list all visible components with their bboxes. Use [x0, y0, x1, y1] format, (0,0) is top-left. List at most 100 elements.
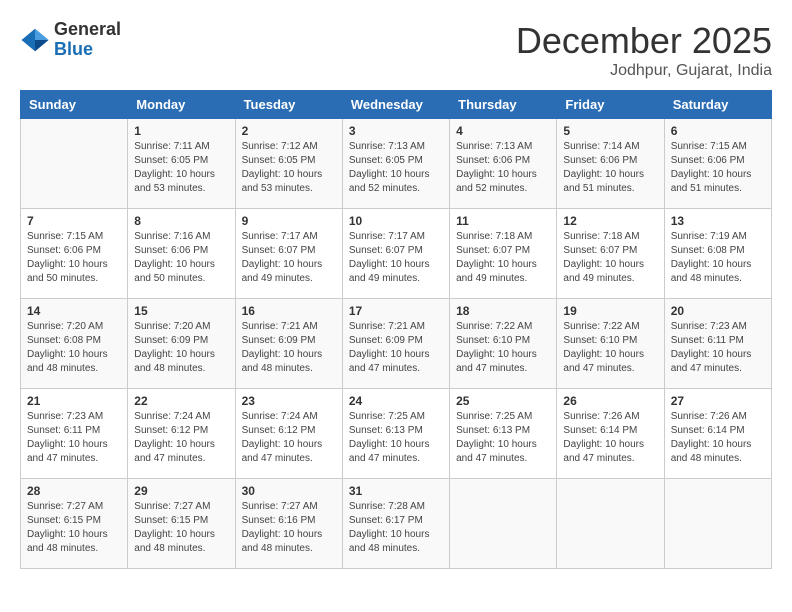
day-number: 8 [134, 214, 228, 228]
day-number: 15 [134, 304, 228, 318]
calendar-cell: 7 Sunrise: 7:15 AM Sunset: 6:06 PM Daylig… [21, 209, 128, 299]
day-number: 26 [563, 394, 657, 408]
cell-content: Sunrise: 7:25 AM Sunset: 6:13 PM Dayligh… [456, 410, 550, 466]
month-year: December 2025 [516, 20, 772, 62]
day-number: 27 [671, 394, 765, 408]
cell-content: Sunrise: 7:21 AM Sunset: 6:09 PM Dayligh… [242, 320, 336, 376]
calendar-cell: 23 Sunrise: 7:24 AM Sunset: 6:12 PM Dayli… [235, 389, 342, 479]
page-header: General Blue December 2025 Jodhpur, Guja… [20, 20, 772, 80]
calendar-cell: 13 Sunrise: 7:19 AM Sunset: 6:08 PM Dayli… [664, 209, 771, 299]
calendar-cell: 19Sunrise: 7:22 AM Sunset: 6:10 PM Dayli… [557, 299, 664, 389]
day-number: 22 [134, 394, 228, 408]
cell-content: Sunrise: 7:24 AM Sunset: 6:12 PM Dayligh… [242, 410, 336, 466]
title-block: December 2025 Jodhpur, Gujarat, India [516, 20, 772, 80]
calendar-cell: 27 Sunrise: 7:26 AM Sunset: 6:14 PM Dayli… [664, 389, 771, 479]
cell-content: Sunrise: 7:13 AM Sunset: 6:05 PM Dayligh… [349, 140, 443, 196]
cell-content: Sunrise: 7:27 AM Sunset: 6:16 PM Dayligh… [242, 500, 336, 556]
day-number: 18 [456, 304, 550, 318]
cell-content: Sunrise: 7:28 AM Sunset: 6:17 PM Dayligh… [349, 500, 443, 556]
calendar-cell: 12 Sunrise: 7:18 AM Sunset: 6:07 PM Dayli… [557, 209, 664, 299]
calendar-cell: 20Sunrise: 7:23 AM Sunset: 6:11 PM Dayli… [664, 299, 771, 389]
calendar-cell: 24 Sunrise: 7:25 AM Sunset: 6:13 PM Dayli… [342, 389, 449, 479]
day-number: 7 [27, 214, 121, 228]
calendar-cell: 15 Sunrise: 7:20 AM Sunset: 6:09 PM Dayli… [128, 299, 235, 389]
cell-content: Sunrise: 7:25 AM Sunset: 6:13 PM Dayligh… [349, 410, 443, 466]
day-number: 2 [242, 124, 336, 138]
calendar-week-row: 28Sunrise: 7:27 AM Sunset: 6:15 PM Dayli… [21, 479, 772, 569]
cell-content: Sunrise: 7:20 AM Sunset: 6:08 PM Dayligh… [27, 320, 121, 376]
calendar-cell: 26Sunrise: 7:26 AM Sunset: 6:14 PM Dayli… [557, 389, 664, 479]
calendar-week-row: 21 Sunrise: 7:23 AM Sunset: 6:11 PM Dayli… [21, 389, 772, 479]
calendar-cell: 17 Sunrise: 7:21 AM Sunset: 6:09 PM Dayli… [342, 299, 449, 389]
cell-content: Sunrise: 7:23 AM Sunset: 6:11 PM Dayligh… [27, 410, 121, 466]
cell-content: Sunrise: 7:24 AM Sunset: 6:12 PM Dayligh… [134, 410, 228, 466]
day-number: 13 [671, 214, 765, 228]
weekday-header: Tuesday [235, 91, 342, 119]
calendar-cell: 31 Sunrise: 7:28 AM Sunset: 6:17 PM Dayli… [342, 479, 449, 569]
weekday-header: Wednesday [342, 91, 449, 119]
day-number: 5 [563, 124, 657, 138]
calendar-cell: 11Sunrise: 7:18 AM Sunset: 6:07 PM Dayli… [450, 209, 557, 299]
cell-content: Sunrise: 7:14 AM Sunset: 6:06 PM Dayligh… [563, 140, 657, 196]
cell-content: Sunrise: 7:18 AM Sunset: 6:07 PM Dayligh… [563, 230, 657, 286]
weekday-header: Friday [557, 91, 664, 119]
cell-content: Sunrise: 7:23 AM Sunset: 6:11 PM Dayligh… [671, 320, 765, 376]
calendar-cell: 6Sunrise: 7:15 AM Sunset: 6:06 PM Daylig… [664, 119, 771, 209]
calendar-cell: 21 Sunrise: 7:23 AM Sunset: 6:11 PM Dayli… [21, 389, 128, 479]
calendar-week-row: 1 Sunrise: 7:11 AM Sunset: 6:05 PM Daylig… [21, 119, 772, 209]
day-number: 12 [563, 214, 657, 228]
calendar-cell [557, 479, 664, 569]
cell-content: Sunrise: 7:20 AM Sunset: 6:09 PM Dayligh… [134, 320, 228, 376]
location: Jodhpur, Gujarat, India [516, 62, 772, 80]
cell-content: Sunrise: 7:17 AM Sunset: 6:07 PM Dayligh… [349, 230, 443, 286]
day-number: 11 [456, 214, 550, 228]
calendar-cell: 30 Sunrise: 7:27 AM Sunset: 6:16 PM Dayli… [235, 479, 342, 569]
logo-general: General [54, 20, 121, 40]
calendar-table: SundayMondayTuesdayWednesdayThursdayFrid… [20, 90, 772, 569]
day-number: 23 [242, 394, 336, 408]
weekday-header: Monday [128, 91, 235, 119]
cell-content: Sunrise: 7:22 AM Sunset: 6:10 PM Dayligh… [563, 320, 657, 376]
calendar-week-row: 7 Sunrise: 7:15 AM Sunset: 6:06 PM Daylig… [21, 209, 772, 299]
calendar-week-row: 14 Sunrise: 7:20 AM Sunset: 6:08 PM Dayli… [21, 299, 772, 389]
calendar-cell [664, 479, 771, 569]
calendar-cell: 22 Sunrise: 7:24 AM Sunset: 6:12 PM Dayli… [128, 389, 235, 479]
cell-content: Sunrise: 7:15 AM Sunset: 6:06 PM Dayligh… [27, 230, 121, 286]
cell-content: Sunrise: 7:26 AM Sunset: 6:14 PM Dayligh… [671, 410, 765, 466]
cell-content: Sunrise: 7:17 AM Sunset: 6:07 PM Dayligh… [242, 230, 336, 286]
calendar-cell: 16Sunrise: 7:21 AM Sunset: 6:09 PM Dayli… [235, 299, 342, 389]
calendar-cell: 25 Sunrise: 7:25 AM Sunset: 6:13 PM Dayli… [450, 389, 557, 479]
cell-content: Sunrise: 7:13 AM Sunset: 6:06 PM Dayligh… [456, 140, 550, 196]
calendar-cell: 14 Sunrise: 7:20 AM Sunset: 6:08 PM Dayli… [21, 299, 128, 389]
day-number: 4 [456, 124, 550, 138]
calendar-cell: 1 Sunrise: 7:11 AM Sunset: 6:05 PM Daylig… [128, 119, 235, 209]
weekday-header: Saturday [664, 91, 771, 119]
day-number: 21 [27, 394, 121, 408]
logo-icon [20, 25, 50, 55]
day-number: 31 [349, 484, 443, 498]
day-number: 1 [134, 124, 228, 138]
calendar-cell: 8Sunrise: 7:16 AM Sunset: 6:06 PM Daylig… [128, 209, 235, 299]
day-number: 25 [456, 394, 550, 408]
cell-content: Sunrise: 7:11 AM Sunset: 6:05 PM Dayligh… [134, 140, 228, 196]
logo-text: General Blue [54, 20, 121, 60]
calendar-cell: 3 Sunrise: 7:13 AM Sunset: 6:05 PM Daylig… [342, 119, 449, 209]
day-number: 14 [27, 304, 121, 318]
calendar-cell: 2Sunrise: 7:12 AM Sunset: 6:05 PM Daylig… [235, 119, 342, 209]
calendar-cell: 29Sunrise: 7:27 AM Sunset: 6:15 PM Dayli… [128, 479, 235, 569]
calendar-cell: 9Sunrise: 7:17 AM Sunset: 6:07 PM Daylig… [235, 209, 342, 299]
day-number: 30 [242, 484, 336, 498]
day-number: 6 [671, 124, 765, 138]
day-number: 17 [349, 304, 443, 318]
day-number: 29 [134, 484, 228, 498]
day-number: 10 [349, 214, 443, 228]
calendar-cell: 28Sunrise: 7:27 AM Sunset: 6:15 PM Dayli… [21, 479, 128, 569]
day-number: 3 [349, 124, 443, 138]
cell-content: Sunrise: 7:19 AM Sunset: 6:08 PM Dayligh… [671, 230, 765, 286]
calendar-cell: 5 Sunrise: 7:14 AM Sunset: 6:06 PM Daylig… [557, 119, 664, 209]
cell-content: Sunrise: 7:21 AM Sunset: 6:09 PM Dayligh… [349, 320, 443, 376]
cell-content: Sunrise: 7:27 AM Sunset: 6:15 PM Dayligh… [27, 500, 121, 556]
cell-content: Sunrise: 7:22 AM Sunset: 6:10 PM Dayligh… [456, 320, 550, 376]
calendar-cell: 10 Sunrise: 7:17 AM Sunset: 6:07 PM Dayli… [342, 209, 449, 299]
day-number: 24 [349, 394, 443, 408]
